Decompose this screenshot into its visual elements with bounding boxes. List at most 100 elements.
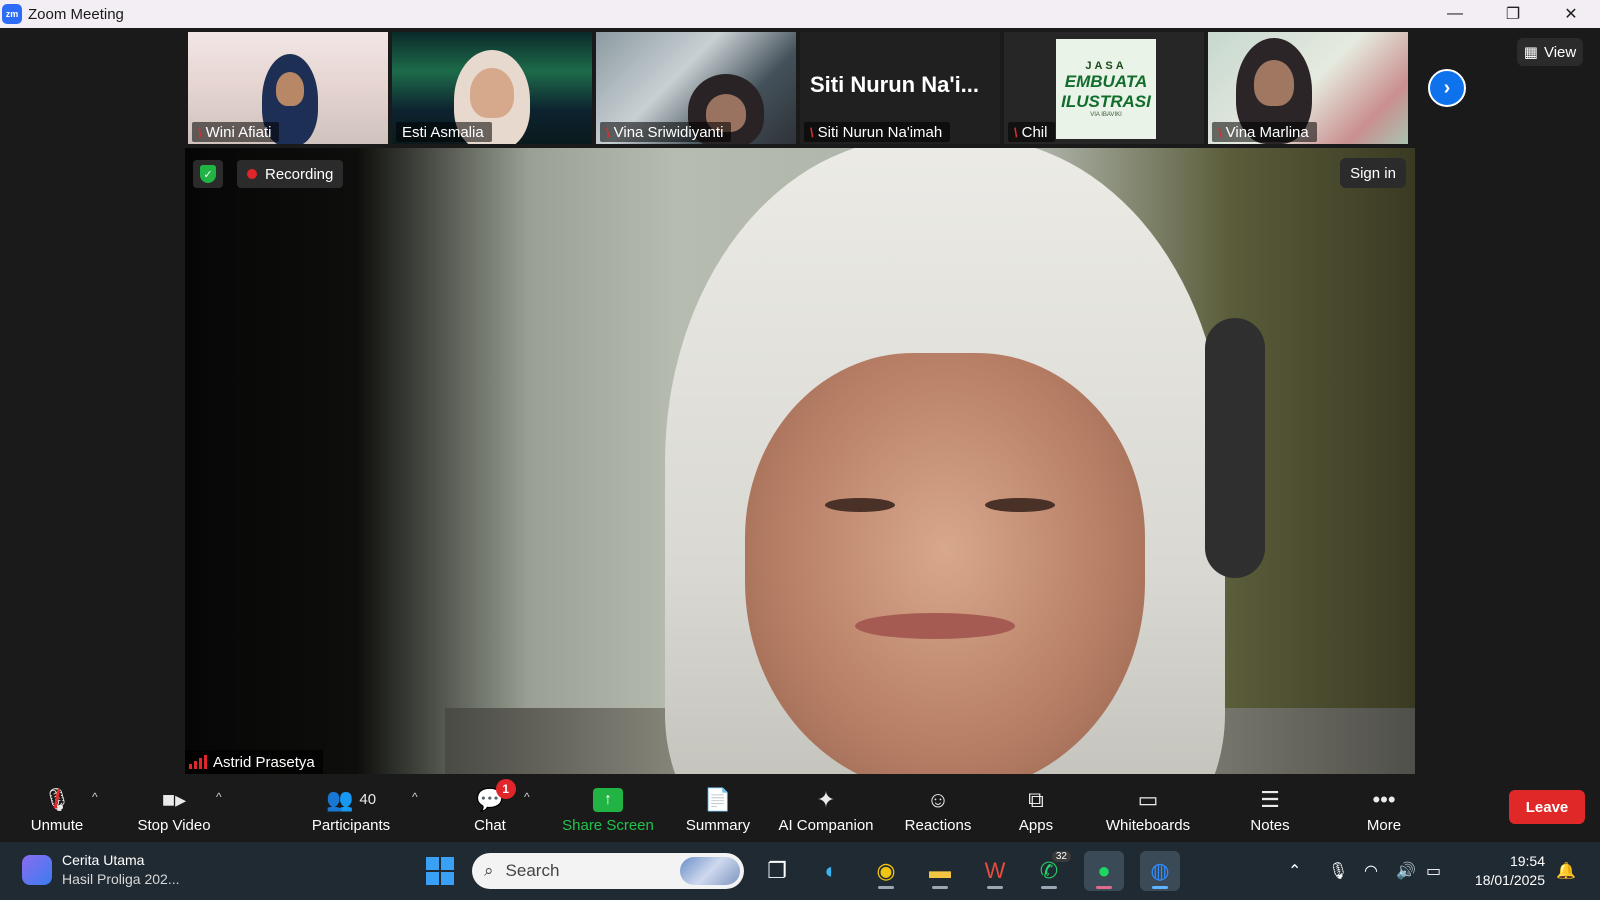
participant-thumbnail[interactable]: Esti Asmalia — [392, 32, 592, 144]
share-screen-button[interactable]: ↑ Share Screen — [560, 776, 656, 842]
participant-thumbnail[interactable]: / Vina Sriwidiyanti — [596, 32, 796, 144]
grid-view-icon: ▦ — [1523, 44, 1538, 61]
show-hidden-icons-chevron-icon[interactable]: ⌃ — [1288, 842, 1301, 900]
apps-label: Apps — [1018, 816, 1054, 834]
muted-mic-icon: / — [195, 124, 205, 140]
sign-in-button[interactable]: Sign in — [1340, 158, 1406, 188]
unmute-label: Unmute — [30, 816, 84, 834]
restore-button[interactable]: ❐ — [1484, 0, 1542, 28]
chat-unread-badge: 1 — [495, 778, 516, 799]
wps-office-icon[interactable]: W — [975, 851, 1015, 891]
shield-check-icon: ✓ — [200, 165, 216, 183]
edge-browser-icon[interactable]: ◐ — [811, 851, 851, 891]
reactions-label: Reactions — [904, 816, 972, 834]
start-button[interactable] — [420, 851, 460, 891]
video-camera-icon: ■▸ — [161, 786, 187, 812]
participant-name-tag: / Wini Afiati — [192, 122, 280, 142]
encryption-badge[interactable]: ✓ — [193, 160, 223, 188]
whatsapp-icon[interactable]: ✆ 32 — [1029, 851, 1071, 891]
close-button[interactable]: ✕ — [1542, 0, 1600, 28]
chat-options-caret-icon[interactable]: ^ — [524, 790, 530, 804]
reactions-button[interactable]: ☺ Reactions — [900, 776, 976, 842]
participants-icon: 👥 40 — [325, 786, 377, 812]
whiteboard-icon: ▭ — [1137, 786, 1159, 812]
participant-thumbnail[interactable]: / Vina Marlina — [1208, 32, 1408, 144]
participant-thumbnail[interactable]: / Wini Afiati — [188, 32, 388, 144]
news-widget[interactable]: Cerita Utama Hasil Proliga 202... — [22, 851, 180, 889]
leave-button[interactable]: Leave — [1509, 790, 1585, 824]
whiteboards-button[interactable]: ▭ Whiteboards — [1102, 776, 1194, 842]
participant-name: Chil — [1021, 123, 1048, 141]
running-indicator — [878, 886, 894, 889]
os-taskbar: Cerita Utama Hasil Proliga 202... ⌕ Sear… — [0, 842, 1600, 900]
file-explorer-icon[interactable]: ▬ — [920, 851, 960, 891]
spotify-icon[interactable]: ● — [1084, 851, 1124, 891]
recording-indicator[interactable]: Recording — [237, 160, 344, 188]
task-view-icon[interactable]: ❐ — [757, 851, 797, 891]
meeting-area: / Wini Afiati Esti Asmalia / Vina Sriwid… — [0, 28, 1600, 776]
wifi-icon[interactable]: ◠ — [1364, 842, 1378, 900]
participants-button[interactable]: 👥 40 Participants — [306, 776, 396, 842]
view-button[interactable]: ▦ View — [1517, 38, 1583, 66]
chrome-browser-icon[interactable]: ◉ — [866, 851, 906, 891]
volume-icon[interactable]: 🔊 — [1396, 842, 1416, 900]
ellipsis-icon: ••• — [1372, 786, 1396, 812]
video-options-caret-icon[interactable]: ^ — [216, 790, 222, 804]
speaker-name: Astrid Prasetya — [213, 753, 315, 771]
participant-name-tag: / Vina Marlina — [1212, 122, 1317, 142]
zoom-taskbar-icon[interactable]: ◍ — [1140, 851, 1180, 891]
ai-companion-label: AI Companion — [778, 816, 874, 834]
title-bar: zm Zoom Meeting — ❐ ✕ — [0, 0, 1600, 28]
summary-button[interactable]: 📄 Summary — [682, 776, 754, 842]
window-controls: — ❐ ✕ — [1426, 0, 1600, 28]
minimize-button[interactable]: — — [1426, 0, 1484, 28]
participant-thumbnail[interactable]: Siti Nurun Na'i... / Siti Nurun Na'imah — [800, 32, 1000, 144]
poster-text: VIA IBAVIKI — [1090, 112, 1122, 118]
chat-label: Chat — [474, 816, 506, 834]
more-label: More — [1366, 816, 1402, 834]
participant-thumbnail[interactable]: JASA EMBUATA ILUSTRASI VIA IBAVIKI / Chi… — [1004, 32, 1204, 144]
muted-mic-icon: / — [603, 124, 613, 140]
notes-label: Notes — [1250, 816, 1290, 834]
running-indicator — [932, 886, 948, 889]
microphone-icon[interactable]: 🎙 — [1328, 842, 1348, 900]
participant-face — [276, 72, 304, 106]
participants-count: 40 — [359, 791, 377, 808]
participant-name: Esti Asmalia — [402, 123, 484, 141]
notes-button[interactable]: ☰ Notes — [1246, 776, 1294, 842]
poster-text: EMBUATA — [1064, 72, 1148, 91]
more-button[interactable]: ••• More — [1362, 776, 1406, 842]
recording-dot-icon — [247, 169, 257, 179]
participant-name-placeholder: Siti Nurun Na'i... — [810, 72, 980, 97]
stop-video-button[interactable]: ■▸ Stop Video — [132, 776, 216, 842]
participants-options-caret-icon[interactable]: ^ — [412, 790, 418, 804]
poster-text: ILUSTRASI — [1061, 92, 1151, 111]
system-clock[interactable]: 19:54 18/01/2025 — [1465, 852, 1545, 890]
ai-companion-button[interactable]: ✦ AI Companion — [776, 776, 876, 842]
next-page-chevron-icon[interactable]: › — [1428, 69, 1466, 107]
notifications-bell-icon[interactable]: 🔔 — [1556, 842, 1576, 900]
unmute-button[interactable]: 🎙 / Unmute — [22, 776, 92, 842]
summary-icon: 📄 — [704, 786, 732, 812]
signal-strength-icon — [189, 755, 207, 769]
news-title: Cerita Utama — [62, 852, 145, 868]
recording-label: Recording — [265, 165, 334, 183]
windows-logo-icon — [426, 857, 454, 885]
battery-icon[interactable]: ▭ — [1426, 842, 1441, 900]
audio-options-caret-icon[interactable]: ^ — [92, 790, 98, 804]
chat-button[interactable]: 💬 1 Chat — [470, 776, 516, 842]
summary-label: Summary — [685, 816, 751, 834]
search-placeholder: Search — [505, 861, 560, 880]
running-indicator — [1152, 886, 1168, 889]
participant-name: Siti Nurun Na'imah — [817, 123, 943, 141]
apps-button[interactable]: ⧉ Apps — [1016, 776, 1056, 842]
participant-name: Vina Sriwidiyanti — [613, 123, 724, 141]
participant-name-tag: / Chil — [1008, 122, 1056, 142]
video-figure — [985, 498, 1055, 512]
search-highlight-image — [680, 857, 740, 885]
video-figure — [855, 613, 1015, 639]
taskbar-search[interactable]: ⌕ Search — [472, 853, 744, 889]
participant-name: Wini Afiati — [205, 123, 272, 141]
zoom-app-icon: zm — [2, 4, 22, 24]
clock-time: 19:54 — [1509, 853, 1545, 869]
